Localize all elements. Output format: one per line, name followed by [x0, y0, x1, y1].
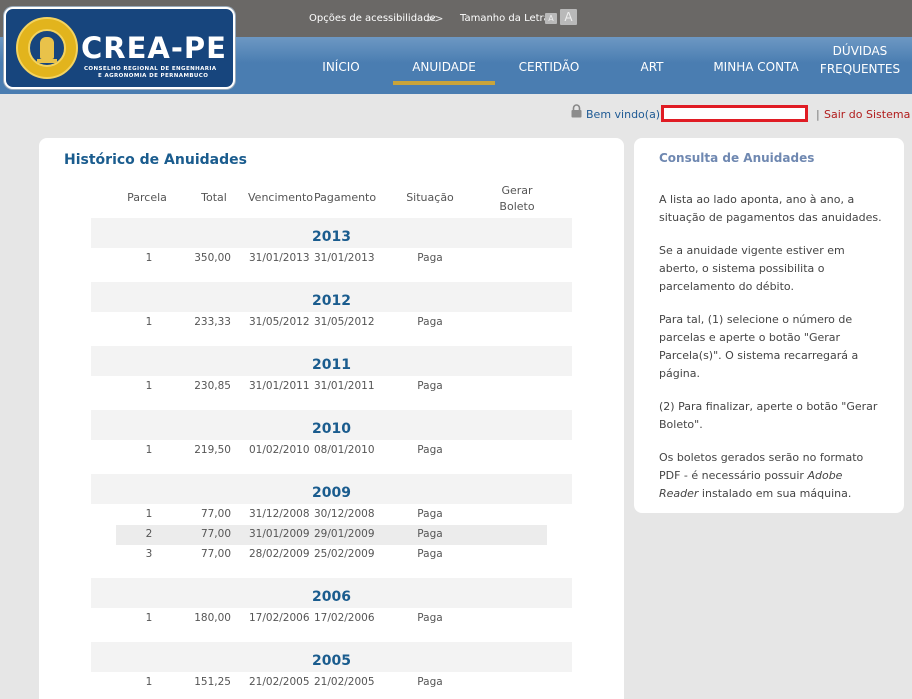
accessibility-options-link[interactable]: Opções de acessibilidade: [309, 13, 436, 24]
year-label: 2011: [312, 357, 351, 373]
lock-icon: [571, 104, 582, 118]
column-header-pagamento: Pagamento: [314, 191, 377, 204]
total-cell: 77,00: [200, 548, 231, 560]
year-label: 2010: [312, 421, 351, 437]
situacao-cell: Paga: [417, 612, 443, 624]
parcela-cell: 1: [145, 252, 153, 264]
nav-item-anuidade[interactable]: ANUIDADE: [404, 60, 484, 74]
year-label: 2009: [312, 485, 351, 501]
increase-font-button[interactable]: A: [560, 9, 577, 25]
total-cell: 350,00: [194, 252, 231, 264]
parcela-cell: 1: [145, 380, 153, 392]
vencimento-cell: 31/12/2008: [249, 508, 310, 520]
total-cell: 180,00: [194, 612, 231, 624]
year-header-row: 2012: [91, 282, 572, 312]
year-label: 2005: [312, 653, 351, 669]
vencimento-cell: 01/02/2010: [249, 444, 310, 456]
pagamento-cell: 08/01/2010: [314, 444, 375, 456]
parcela-cell: 2: [145, 528, 153, 540]
info-paragraph-5: Os boletos gerados serão no formato PDF …: [659, 451, 864, 500]
vencimento-cell: 31/01/2009: [249, 528, 310, 540]
page-title: Histórico de Anuidades: [64, 152, 247, 168]
nav-item-minha-conta[interactable]: MINHA CONTA: [706, 60, 806, 74]
parcela-cell: 1: [145, 508, 153, 520]
total-cell: 230,85: [194, 380, 231, 392]
pagamento-cell: 31/01/2011: [314, 380, 375, 392]
year-header-row: 2006: [91, 578, 572, 608]
vencimento-cell: 31/05/2012: [249, 316, 310, 328]
parcela-cell: 1: [145, 444, 153, 456]
redacted-user-name: [661, 105, 808, 122]
logo-subtitle-line2: E AGRONOMIA DE PERNAMBUCO: [98, 73, 209, 79]
seal-icon: [16, 17, 78, 79]
separator: |: [816, 108, 820, 121]
total-cell: 77,00: [200, 508, 231, 520]
pagamento-cell: 25/02/2009: [314, 548, 375, 560]
column-header-gerar-boleto: Gerar Boleto: [499, 184, 535, 213]
year-label: 2012: [312, 293, 351, 309]
parcela-cell: 3: [145, 548, 153, 560]
pagamento-cell: 21/02/2005: [314, 676, 375, 688]
welcome-text: Bem vindo(a),: [586, 108, 664, 121]
logout-link[interactable]: Sair do Sistema: [824, 108, 910, 121]
pagamento-cell: 17/02/2006: [314, 612, 375, 624]
nav-item-certidao[interactable]: CERTIDÃO: [509, 60, 589, 74]
active-tab-indicator: [393, 81, 495, 85]
vencimento-cell: 28/02/2009: [249, 548, 310, 560]
parcela-cell: 1: [145, 612, 153, 624]
column-header-parcela: Parcela: [127, 191, 167, 204]
logo-subtitle-line1: CONSELHO REGIONAL DE ENGENHARIA: [84, 66, 217, 72]
info-paragraph-4: (2) Para finalizar, aperte o botão "Gera…: [659, 400, 878, 431]
vencimento-cell: 31/01/2013: [249, 252, 310, 264]
parcela-cell: 1: [145, 316, 153, 328]
vencimento-cell: 21/02/2005: [249, 676, 310, 688]
situacao-cell: Paga: [417, 548, 443, 560]
font-size-label: Tamanho da Letra: [460, 13, 550, 24]
total-cell: 151,25: [194, 676, 231, 688]
decrease-font-button[interactable]: A: [545, 13, 557, 24]
year-header-row: 2013: [91, 218, 572, 248]
nav-item-art[interactable]: ART: [622, 60, 682, 74]
info-paragraph-3: Para tal, (1) selecione o número de parc…: [659, 313, 859, 380]
double-chevron-icon[interactable]: >>: [426, 12, 443, 25]
year-header-row: 2009: [91, 474, 572, 504]
column-header-vencimento: Vencimento: [248, 191, 314, 204]
info-panel-title: Consulta de Anuidades: [659, 151, 815, 165]
column-header-total: Total: [201, 191, 227, 204]
nav-item-inicio[interactable]: INÍCIO: [311, 60, 371, 74]
total-cell: 219,50: [194, 444, 231, 456]
crea-pe-logo[interactable]: CREA-PE CONSELHO REGIONAL DE ENGENHARIA …: [4, 7, 235, 89]
info-paragraph-1: A lista ao lado aponta, ano à ano, a sit…: [659, 193, 882, 224]
vencimento-cell: 31/01/2011: [249, 380, 310, 392]
pagamento-cell: 31/05/2012: [314, 316, 375, 328]
situacao-cell: Paga: [417, 528, 443, 540]
situacao-cell: Paga: [417, 508, 443, 520]
logo-title: CREA-PE: [81, 31, 227, 65]
nav-item-duvidas-frequentes[interactable]: DÚVIDAS FREQUENTES: [815, 42, 905, 78]
total-cell: 77,00: [200, 528, 231, 540]
year-header-row: 2005: [91, 642, 572, 672]
situacao-cell: Paga: [417, 316, 443, 328]
vencimento-cell: 17/02/2006: [249, 612, 310, 624]
situacao-cell: Paga: [417, 252, 443, 264]
parcela-cell: 1: [145, 676, 153, 688]
info-paragraph-2: Se a anuidade vigente estiver em aberto,…: [659, 244, 845, 293]
pagamento-cell: 30/12/2008: [314, 508, 375, 520]
situacao-cell: Paga: [417, 676, 443, 688]
year-label: 2006: [312, 589, 351, 605]
situacao-cell: Paga: [417, 380, 443, 392]
total-cell: 233,33: [194, 316, 231, 328]
pagamento-cell: 29/01/2009: [314, 528, 375, 540]
pagamento-cell: 31/01/2013: [314, 252, 375, 264]
situacao-cell: Paga: [417, 444, 443, 456]
year-header-row: 2010: [91, 410, 572, 440]
year-label: 2013: [312, 229, 351, 245]
column-header-situacao: Situação: [406, 191, 454, 204]
year-header-row: 2011: [91, 346, 572, 376]
